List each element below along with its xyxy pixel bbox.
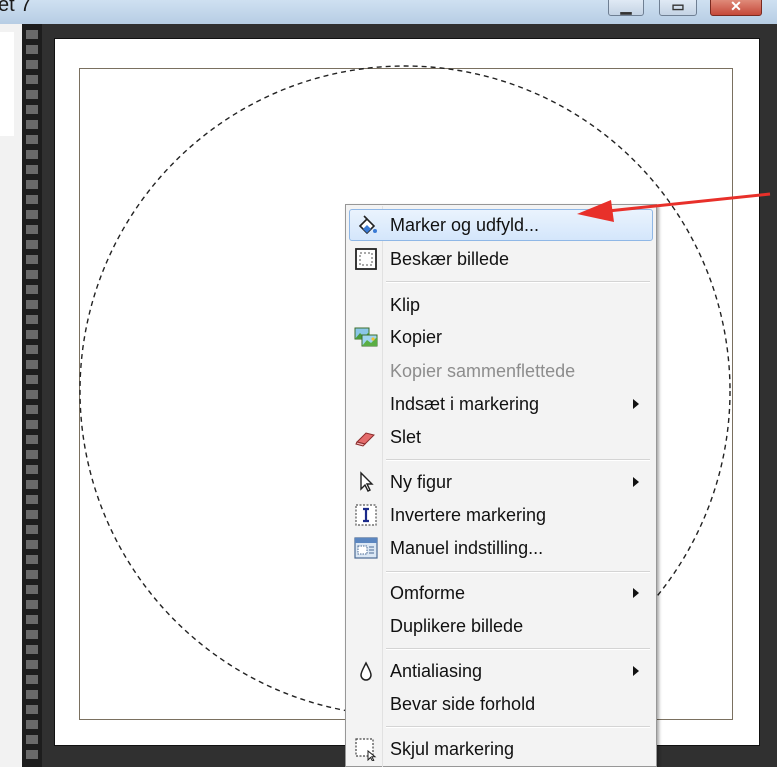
annotation-arrow [577,192,771,222]
